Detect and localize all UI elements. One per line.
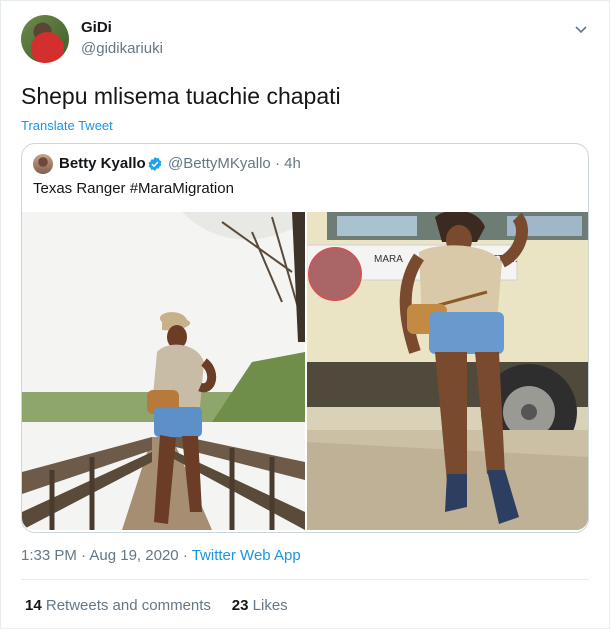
quoted-avatar[interactable] bbox=[33, 154, 53, 174]
engagement-stats: 14 Retweets and comments 23 Likes bbox=[25, 597, 288, 614]
author-avatar[interactable] bbox=[21, 15, 69, 63]
likes-stat[interactable]: 23 Likes bbox=[232, 597, 288, 614]
retweets-stat[interactable]: 14 Retweets and comments bbox=[25, 597, 215, 614]
quoted-handle: @BettyMKyallo bbox=[168, 155, 271, 172]
meta-dot: · bbox=[182, 547, 188, 564]
divider bbox=[21, 579, 589, 580]
retweets-count: 14 bbox=[25, 597, 42, 614]
photo-truck[interactable]: MARA ETTY... bbox=[307, 212, 588, 530]
quoted-handle-line: @BettyMKyallo · 4h bbox=[168, 155, 301, 172]
likes-count: 23 bbox=[231, 597, 249, 614]
tweet-meta: 1:33 PM · Aug 19, 2020 · Twitter Web App bbox=[21, 547, 301, 564]
quoted-text: Texas Ranger #MaraMigration bbox=[33, 180, 234, 197]
likes-label: Likes bbox=[252, 597, 288, 614]
author-name[interactable]: GiDi bbox=[81, 19, 112, 36]
translate-tweet-link[interactable]: Translate Tweet bbox=[21, 118, 113, 133]
boardwalk-illustration bbox=[22, 212, 305, 530]
tweet-source-app[interactable]: Twitter Web App bbox=[192, 547, 301, 564]
tweet-text: Shepu mlisema tuachie chapati bbox=[21, 83, 341, 109]
quoted-tweet[interactable]: Betty Kyallo @BettyMKyallo · 4h Texas Ra… bbox=[21, 143, 589, 533]
separator-dot: · bbox=[274, 155, 280, 172]
quoted-name: Betty Kyallo bbox=[59, 155, 146, 172]
tweet-date[interactable]: Aug 19, 2020 bbox=[89, 547, 178, 564]
author-handle[interactable]: @gidikariuki bbox=[81, 40, 163, 57]
photo-boardwalk[interactable] bbox=[22, 212, 305, 530]
verified-badge-icon bbox=[148, 157, 162, 171]
truck-sign-left: MARA bbox=[374, 254, 403, 265]
quoted-age[interactable]: 4h bbox=[284, 155, 301, 172]
truck-illustration: MARA ETTY... bbox=[307, 212, 588, 530]
chevron-down-icon[interactable] bbox=[573, 21, 589, 37]
meta-dot: · bbox=[81, 547, 87, 564]
tweet-card: GiDi @gidikariuki Shepu mlisema tuachie … bbox=[0, 0, 610, 629]
retweets-label: Retweets and comments bbox=[45, 597, 211, 614]
tweet-time[interactable]: 1:33 PM bbox=[21, 547, 77, 564]
